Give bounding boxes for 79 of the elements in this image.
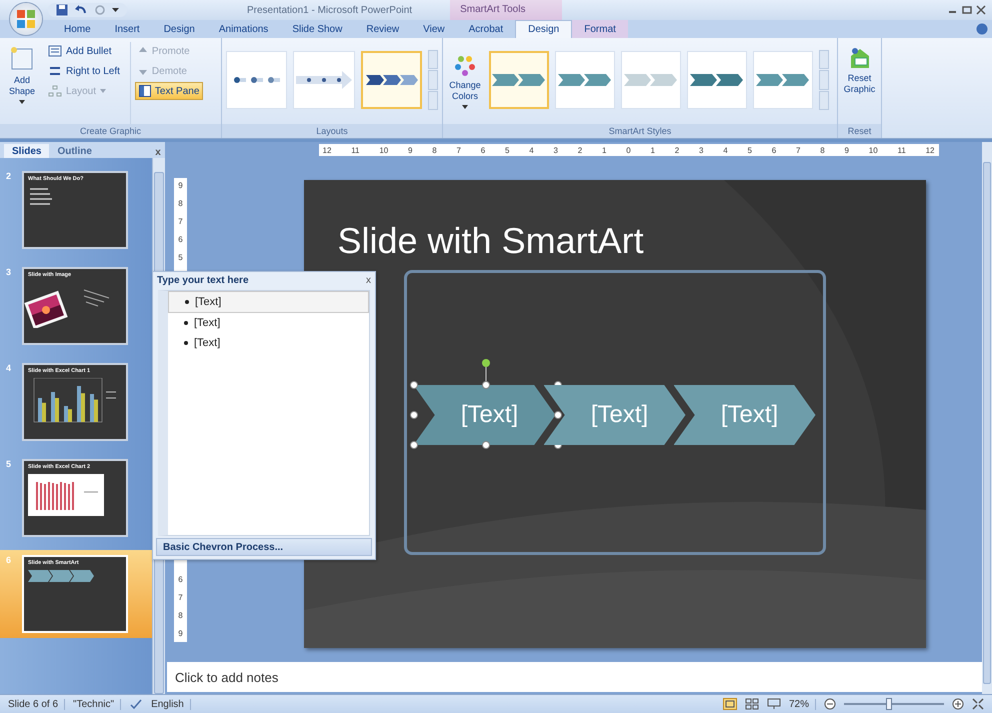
slide-show-icon[interactable] xyxy=(766,698,781,710)
add-shape-button[interactable]: Add Shape xyxy=(2,42,42,124)
group-label: Create Graphic xyxy=(0,124,221,138)
chevron-layout-icon xyxy=(366,75,418,85)
ribbon-tab[interactable]: Animations xyxy=(206,20,280,38)
ribbon-tab[interactable]: Design xyxy=(515,20,572,38)
style-option[interactable] xyxy=(489,51,549,109)
normal-view-icon[interactable] xyxy=(722,698,737,710)
slide-number: 4 xyxy=(6,363,12,375)
ribbon-tab[interactable]: Home xyxy=(60,20,103,38)
ribbon-tab[interactable]: Design xyxy=(152,20,207,38)
bullet-icon xyxy=(184,341,188,345)
style-option[interactable] xyxy=(753,51,813,109)
close-button[interactable]: x xyxy=(366,274,371,286)
bullet-icon xyxy=(184,321,188,325)
slide-number: 5 xyxy=(6,459,12,471)
layout-option[interactable] xyxy=(226,51,288,109)
chevron-style-icon xyxy=(690,74,744,86)
office-button[interactable] xyxy=(10,3,42,35)
caret-icon xyxy=(462,105,468,109)
slide-sorter-icon[interactable] xyxy=(744,698,759,710)
bullet-list-icon xyxy=(48,45,62,57)
spelling-check-icon[interactable] xyxy=(129,698,144,710)
layout-option[interactable] xyxy=(361,51,422,109)
close-icon[interactable] xyxy=(976,5,986,15)
scrollbar[interactable] xyxy=(982,142,992,694)
panel-tab[interactable]: Slides xyxy=(4,144,50,158)
reset-graphic-button[interactable]: Reset Graphic xyxy=(840,42,879,124)
gallery-scrollbar[interactable] xyxy=(428,50,438,110)
context-tab-header: SmartArt Tools xyxy=(450,0,562,20)
caret-icon xyxy=(100,89,106,93)
zoom-out-icon[interactable] xyxy=(824,698,836,710)
ribbon-tab[interactable]: Acrobat xyxy=(456,20,516,38)
language[interactable]: English xyxy=(151,698,191,710)
zoom-in-icon[interactable] xyxy=(952,698,964,710)
undo-icon[interactable] xyxy=(74,4,88,16)
right-to-left-button[interactable]: Right to Left xyxy=(45,62,123,80)
shape-icon xyxy=(10,46,34,72)
ribbon-tab[interactable]: Slide Show xyxy=(280,20,354,38)
notes-field[interactable]: Click to add notes xyxy=(167,662,982,692)
group-label: Reset xyxy=(838,124,881,138)
chevron-style-icon xyxy=(558,74,612,86)
add-bullet-button[interactable]: Add Bullet xyxy=(45,42,123,60)
ribbon-tab[interactable]: Review xyxy=(354,20,412,38)
caret-icon xyxy=(19,100,25,104)
style-option[interactable] xyxy=(687,51,747,109)
color-dots-icon xyxy=(453,55,477,77)
zoom-level[interactable]: 72% xyxy=(788,698,816,710)
ribbon-tab[interactable]: View xyxy=(411,20,457,38)
chevron-style-icon xyxy=(492,74,546,86)
pane-icon xyxy=(138,85,151,97)
dropdown-caret-icon[interactable] xyxy=(112,7,119,13)
panel-tab[interactable]: Outline xyxy=(49,144,100,158)
slide-number: 3 xyxy=(6,267,12,279)
bullet-icon xyxy=(185,300,189,304)
window-title: Presentation1 - Microsoft PowerPoint xyxy=(247,4,412,16)
maximize-icon[interactable] xyxy=(962,5,972,15)
text-pane-item[interactable]: [Text] xyxy=(168,291,369,313)
style-option[interactable] xyxy=(555,51,615,109)
hierarchy-icon xyxy=(48,85,62,97)
change-colors-button[interactable]: Change Colors xyxy=(447,51,483,109)
chevron-style-icon xyxy=(756,74,810,86)
gallery-scrollbar[interactable] xyxy=(819,50,829,110)
slide-counter: Slide 6 of 6 xyxy=(8,698,66,710)
close-button[interactable]: x xyxy=(151,147,165,158)
chevron-style-icon xyxy=(624,74,678,86)
group-label: SmartArt Styles xyxy=(443,124,837,138)
slide-number: 2 xyxy=(6,171,12,183)
slide-title[interactable]: Slide with SmartArt xyxy=(338,220,644,262)
fit-to-window-icon[interactable] xyxy=(972,698,984,710)
ribbon-tab[interactable]: Format xyxy=(572,20,628,38)
save-icon[interactable] xyxy=(56,4,68,16)
theme-name: "Technic" xyxy=(73,698,122,710)
text-pane-button[interactable]: Text Pane xyxy=(134,82,204,100)
ribbon-tab[interactable]: Insert xyxy=(102,20,152,38)
layout-name-link[interactable]: Basic Chevron Process... xyxy=(156,538,372,556)
group-label: Layouts xyxy=(222,124,442,138)
chevron-process-drawing xyxy=(28,570,94,582)
slide-number: 6 xyxy=(6,555,12,567)
